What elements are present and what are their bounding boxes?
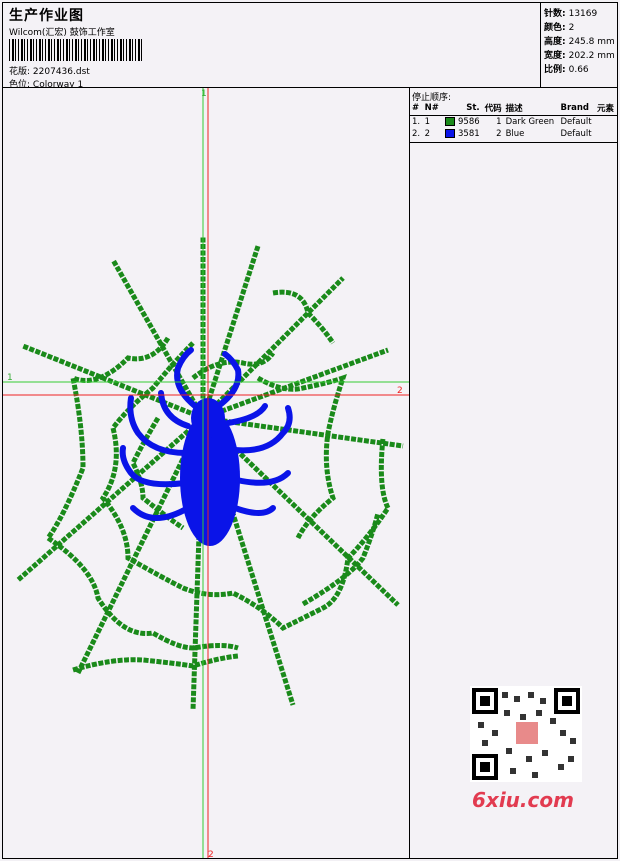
stat-scale: 比例: 0.66 — [544, 65, 589, 75]
embroidery-preview: 1 2 1 2 — [3, 88, 409, 859]
page-title: 生产作业图 — [9, 8, 84, 24]
swatch-dark-green — [445, 117, 456, 126]
table-row[interactable]: 2. 2 3581 2 Blue Default — [410, 128, 617, 140]
stat-width: 宽度: 202.2 mm — [544, 51, 615, 61]
qr-code-icon — [470, 686, 582, 782]
barcode — [9, 39, 144, 61]
stat-colors: 颜色: 2 — [544, 23, 575, 33]
header-panel: 生产作业图 Wilcom(汇宏) 鼓饰工作室 花版: 2207436.dst 色… — [2, 2, 541, 90]
pattern-value: 2207436.dst — [32, 67, 90, 77]
pattern-label: 花版: — [9, 67, 31, 77]
stat-stitches: 针数: 13169 — [544, 9, 598, 19]
table-row[interactable]: 1. 1 9586 1 Dark Green Default — [410, 116, 617, 129]
watermark-brand: 6xiu.com — [472, 788, 574, 812]
swatch-blue — [445, 129, 456, 138]
stats-panel: 针数: 13169 颜色: 2 高度: 245.8 mm 宽度: 202.2 mm 比例… — [540, 2, 618, 88]
axis-label-h-left: 1 — [7, 373, 13, 383]
divider — [410, 142, 617, 143]
axis-label-v-bottom: 2 — [208, 850, 214, 859]
stat-height: 高度: 245.8 mm — [544, 37, 615, 47]
spider — [119, 347, 293, 546]
pattern-row: 花版: 2207436.dst — [9, 64, 90, 77]
axis-label-v-top: 1 — [201, 89, 207, 99]
color-table: # N# St. 代码 描述 Brand 元素 1. 1 9586 1 Dark… — [410, 101, 617, 140]
color-sequence-panel: 停止顺序: # N# St. 代码 描述 Brand 元素 1. 1 9586 … — [409, 87, 618, 859]
design-canvas[interactable]: 1 2 1 2 — [2, 87, 410, 859]
subtitle: Wilcom(汇宏) 鼓饰工作室 — [9, 28, 115, 38]
axis-label-h-right: 2 — [397, 386, 403, 396]
